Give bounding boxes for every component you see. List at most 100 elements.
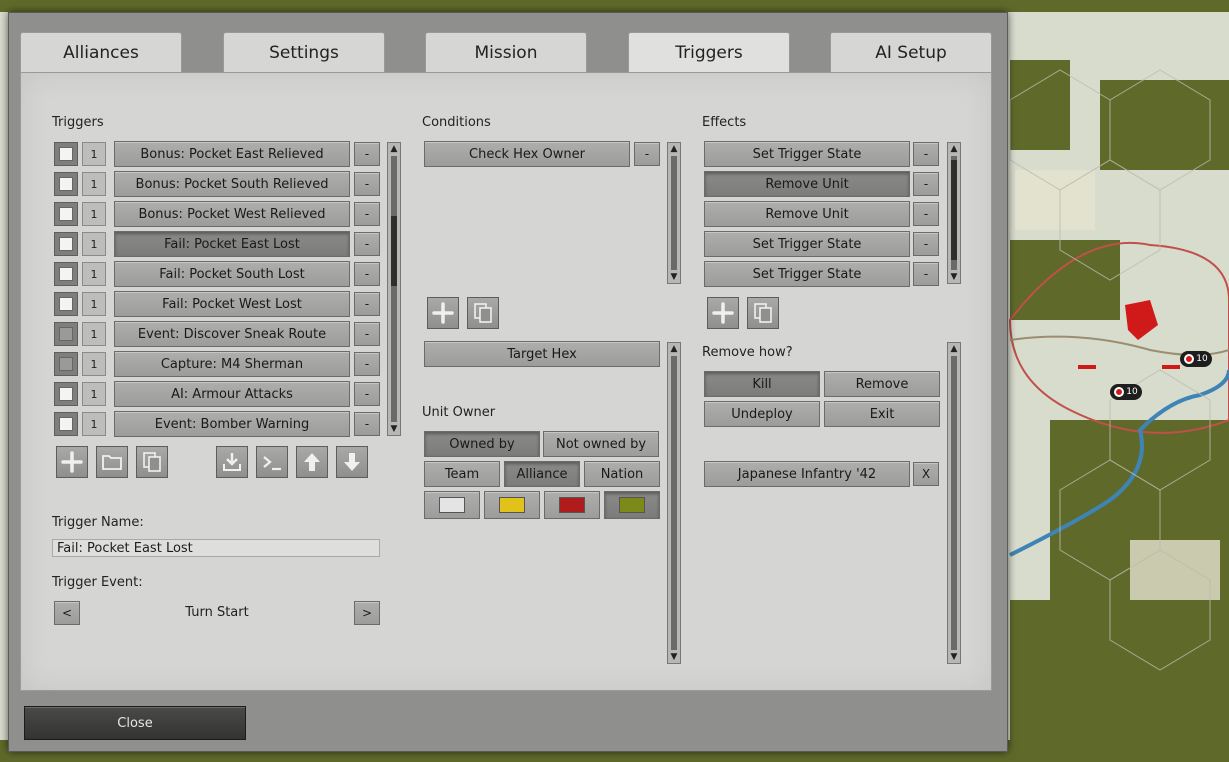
effect-item-button[interactable]: Set Trigger State [704,231,910,257]
trigger-name-button[interactable]: Event: Discover Sneak Route [114,321,350,347]
condition-params-scrollbar[interactable]: ▲ ▼ [667,342,681,664]
trigger-count[interactable]: 1 [82,172,106,196]
trigger-name-button[interactable]: Capture: M4 Sherman [114,351,350,377]
remove-option[interactable]: Remove [824,371,940,397]
trigger-remove-button[interactable]: - [354,292,380,316]
color-swatch-red[interactable] [544,491,600,519]
scroll-track[interactable] [391,156,397,422]
trigger-count[interactable]: 1 [82,382,106,406]
tab-alliances[interactable]: Alliances [20,32,182,72]
trigger-count[interactable]: 1 [82,142,106,166]
tab-mission[interactable]: Mission [425,32,587,72]
scroll-track[interactable] [951,356,957,650]
effect-remove-button[interactable]: - [913,262,939,286]
trigger-remove-button[interactable]: - [354,322,380,346]
trigger-enabled-checkbox[interactable] [54,232,78,256]
trigger-count[interactable]: 1 [82,232,106,256]
tab-triggers[interactable]: Triggers [628,32,790,72]
trigger-remove-button[interactable]: - [354,172,380,196]
condition-remove-button[interactable]: - [634,142,660,166]
trigger-remove-button[interactable]: - [354,202,380,226]
condition-item[interactable]: Check Hex Owner [424,141,630,167]
trigger-name-button[interactable]: Bonus: Pocket West Relieved [114,201,350,227]
scroll-up-icon[interactable]: ▲ [668,143,680,155]
trigger-count[interactable]: 1 [82,292,106,316]
effect-item-button[interactable]: Set Trigger State [704,141,910,167]
trigger-enabled-checkbox[interactable] [54,142,78,166]
trigger-count[interactable]: 1 [82,262,106,286]
trigger-name-button[interactable]: Bonus: Pocket East Relieved [114,141,350,167]
trigger-enabled-checkbox[interactable] [54,292,78,316]
event-next-button[interactable]: > [354,601,380,625]
color-swatch-yellow[interactable] [484,491,540,519]
alliance-toggle[interactable]: Alliance [504,461,580,487]
trigger-name-button[interactable]: Bonus: Pocket South Relieved [114,171,350,197]
move-up-button[interactable] [296,446,328,478]
tab-ai-setup[interactable]: AI Setup [830,32,992,72]
scroll-down-icon[interactable]: ▼ [948,271,960,283]
effect-remove-button[interactable]: - [913,202,939,226]
trigger-enabled-checkbox[interactable] [54,412,78,436]
owned-by-toggle[interactable]: Owned by [424,431,540,457]
trigger-remove-button[interactable]: - [354,232,380,256]
copy-condition-button[interactable] [467,297,499,329]
scroll-up-icon[interactable]: ▲ [948,143,960,155]
unit-marker-east[interactable]: 10 [1180,351,1212,367]
effect-remove-button[interactable]: - [913,172,939,196]
trigger-enabled-checkbox[interactable] [54,172,78,196]
trigger-enabled-checkbox[interactable] [54,262,78,286]
add-effect-button[interactable] [707,297,739,329]
team-toggle[interactable]: Team [424,461,500,487]
add-trigger-button[interactable] [56,446,88,478]
scroll-down-icon[interactable]: ▼ [388,423,400,435]
effect-params-scrollbar[interactable]: ▲ ▼ [947,342,961,664]
nation-toggle[interactable]: Nation [584,461,660,487]
not-owned-by-toggle[interactable]: Not owned by [543,431,659,457]
effects-scrollbar[interactable]: ▲ ▼ [947,142,961,284]
trigger-count[interactable]: 1 [82,352,106,376]
close-button[interactable]: Close [24,706,246,740]
scroll-track[interactable] [951,156,957,270]
unit-clear-button[interactable]: X [913,462,939,486]
unit-selector-button[interactable]: Japanese Infantry '42 [704,461,910,487]
effect-item-button[interactable]: Set Trigger State [704,261,910,287]
trigger-enabled-checkbox[interactable] [54,202,78,226]
trigger-name-button[interactable]: AI: Armour Attacks [114,381,350,407]
scroll-thumb[interactable] [391,216,397,286]
trigger-remove-button[interactable]: - [354,412,380,436]
trigger-remove-button[interactable]: - [354,142,380,166]
trigger-list-scrollbar[interactable]: ▲ ▼ [387,142,401,436]
trigger-enabled-checkbox[interactable] [54,382,78,406]
color-swatch-white[interactable] [424,491,480,519]
move-down-button[interactable] [336,446,368,478]
scroll-track[interactable] [671,156,677,270]
color-swatch-olive[interactable] [604,491,660,519]
trigger-enabled-checkbox[interactable] [54,322,78,346]
effect-item-button[interactable]: Remove Unit [704,171,910,197]
effect-remove-button[interactable]: - [913,142,939,166]
add-condition-button[interactable] [427,297,459,329]
scroll-thumb[interactable] [951,160,957,260]
effect-remove-button[interactable]: - [913,232,939,256]
scroll-up-icon[interactable]: ▲ [668,343,680,355]
trigger-name-button[interactable]: Event: Bomber Warning [114,411,350,437]
scroll-down-icon[interactable]: ▼ [668,651,680,663]
trigger-name-input[interactable]: Fail: Pocket East Lost [52,539,380,557]
script-trigger-button[interactable] [256,446,288,478]
copy-effect-button[interactable] [747,297,779,329]
trigger-remove-button[interactable]: - [354,352,380,376]
trigger-count[interactable]: 1 [82,412,106,436]
scroll-up-icon[interactable]: ▲ [388,143,400,155]
import-trigger-button[interactable] [216,446,248,478]
copy-trigger-button[interactable] [136,446,168,478]
conditions-scrollbar[interactable]: ▲ ▼ [667,142,681,284]
scroll-track[interactable] [671,356,677,650]
folder-trigger-button[interactable] [96,446,128,478]
undeploy-option[interactable]: Undeploy [704,401,820,427]
scroll-down-icon[interactable]: ▼ [948,651,960,663]
trigger-remove-button[interactable]: - [354,262,380,286]
trigger-remove-button[interactable]: - [354,382,380,406]
target-hex-button[interactable]: Target Hex [424,341,660,367]
kill-option[interactable]: Kill [704,371,820,397]
trigger-count[interactable]: 1 [82,202,106,226]
